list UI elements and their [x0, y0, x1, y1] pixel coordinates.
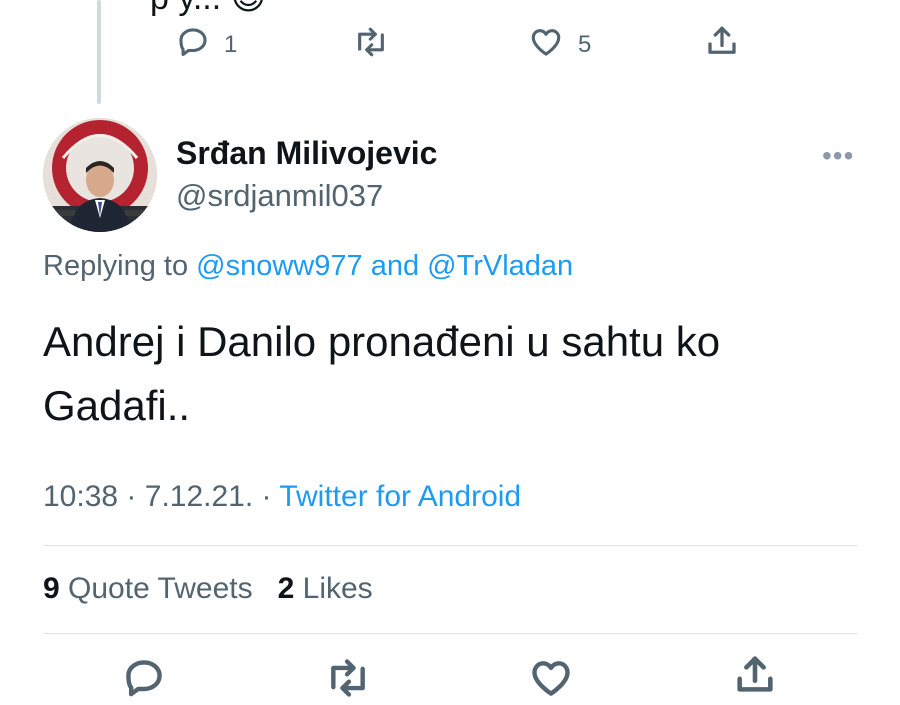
tweet-text-line-1: Andrej i Danilo pronađeni u sahtu ko: [43, 318, 721, 365]
reply-mention-2[interactable]: @TrVladan: [427, 250, 573, 282]
quote-tweets-link[interactable]: 9 Quote Tweets: [43, 572, 253, 605]
like-button[interactable]: 5: [528, 25, 591, 64]
likes-label: Likes: [302, 572, 373, 605]
replying-to-label: Replying to: [43, 250, 189, 282]
reply-and-label: and: [370, 250, 420, 282]
tweet-date[interactable]: 7.12.21.: [145, 480, 253, 513]
reply-count: 1: [224, 30, 238, 58]
avatar-image: [43, 118, 157, 232]
divider: [43, 633, 858, 634]
quote-count: 9: [43, 572, 60, 605]
reply-icon: [122, 660, 166, 704]
avatar[interactable]: [43, 118, 157, 232]
tweet-text: Andrej i Danilo pronađeni u sahtu ko Gad…: [43, 310, 863, 438]
retweet-icon: [352, 25, 390, 64]
meta-separator: ·: [126, 480, 137, 513]
likes-count: 2: [277, 572, 295, 605]
like-icon: [528, 661, 574, 704]
reply-mention-1[interactable]: @snoww977: [196, 250, 362, 282]
bottom-like-button[interactable]: [528, 656, 574, 705]
like-icon: [528, 25, 564, 64]
previous-tweet-text: p y... 😊: [150, 0, 266, 18]
bottom-retweet-button[interactable]: [324, 656, 372, 705]
thread-connector-line: [97, 0, 101, 104]
tweet-text-line-2: Gadafi..: [43, 382, 191, 429]
share-icon: [704, 23, 740, 64]
like-count: 5: [578, 30, 592, 58]
tweet-source[interactable]: Twitter for Android: [279, 480, 521, 513]
likes-link[interactable]: 2 Likes: [278, 572, 373, 605]
more-options-icon[interactable]: •••: [822, 140, 854, 172]
retweet-button[interactable]: [352, 25, 404, 64]
retweet-icon: [324, 659, 372, 704]
reply-button[interactable]: 1: [176, 25, 237, 64]
user-handle[interactable]: @srdjanmil037: [176, 178, 383, 214]
meta-separator: ·: [261, 480, 272, 513]
bottom-share-button[interactable]: [732, 652, 778, 703]
display-name[interactable]: Srđan Milivojevic: [176, 135, 437, 172]
replying-to-line: Replying to @snoww977 and @TrVladan: [43, 250, 573, 283]
tweet-stats: 9 Quote Tweets 2 Likes: [43, 572, 373, 606]
tweet-time[interactable]: 10:38: [43, 480, 118, 513]
bottom-reply-button[interactable]: [122, 656, 166, 705]
reply-icon: [176, 25, 210, 64]
share-button[interactable]: [704, 23, 740, 64]
divider: [43, 545, 858, 546]
quote-label: Quote Tweets: [68, 572, 253, 605]
tweet-meta: 10:38 · 7.12.21. · Twitter for Android: [43, 480, 521, 514]
